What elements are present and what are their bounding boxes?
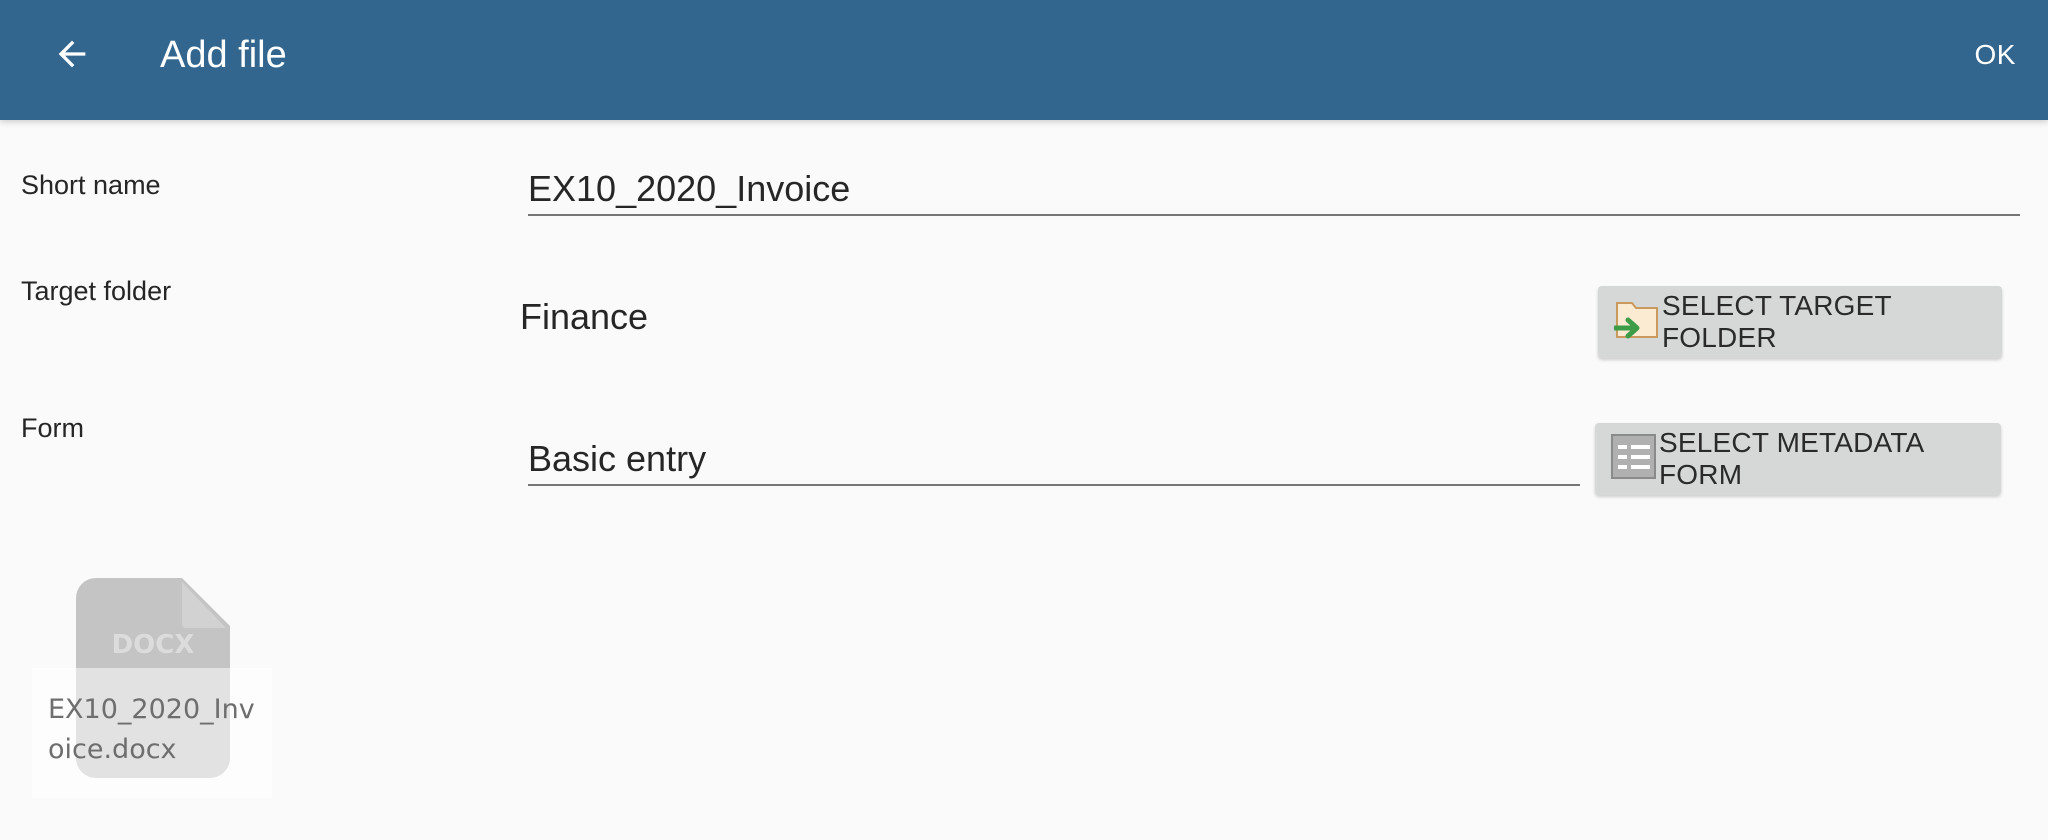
target-folder-value: Finance bbox=[520, 296, 649, 337]
metadata-form-icon bbox=[1611, 433, 1657, 485]
short-name-value: EX10_2020_Invoice bbox=[528, 168, 851, 209]
file-name: EX10_2020_Invoice.docx bbox=[48, 694, 255, 765]
target-folder-label: Target folder bbox=[21, 276, 172, 306]
select-target-folder-label: SELECT TARGET FOLDER bbox=[1662, 290, 1892, 353]
file-type-badge: DOCX bbox=[112, 630, 195, 660]
ok-button[interactable]: OK bbox=[1963, 28, 2028, 84]
form-label: Form bbox=[21, 413, 84, 443]
folder-arrow-icon bbox=[1612, 300, 1660, 345]
page-title: Add file bbox=[160, 34, 287, 76]
short-name-input[interactable]: EX10_2020_Invoice bbox=[528, 166, 2020, 216]
file-tile[interactable]: DOCX EX10_2020_Invoice.docx bbox=[32, 578, 272, 800]
short-name-label: Short name bbox=[21, 170, 161, 200]
select-target-folder-button[interactable]: SELECT TARGET FOLDER bbox=[1598, 286, 2002, 358]
arrow-left-icon bbox=[52, 34, 92, 79]
metadata-form-value: Basic entry bbox=[528, 438, 707, 479]
back-button[interactable] bbox=[44, 28, 100, 84]
select-metadata-form-button[interactable]: SELECT METADATA FORM bbox=[1595, 423, 2001, 495]
select-metadata-form-label: SELECT METADATA FORM bbox=[1659, 427, 1923, 490]
metadata-form-field[interactable]: Basic entry bbox=[528, 436, 1580, 486]
app-bar: Add file OK bbox=[0, 0, 2048, 120]
